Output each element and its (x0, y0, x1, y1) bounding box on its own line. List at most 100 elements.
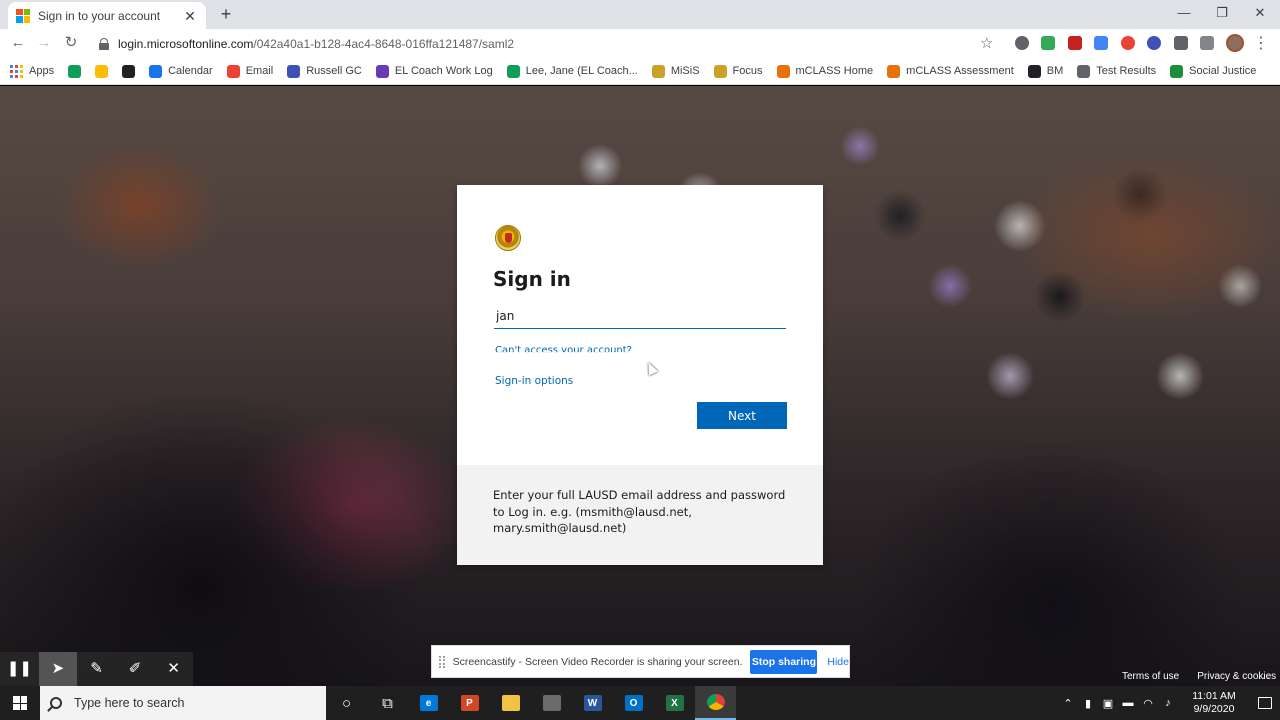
tab-sign-in[interactable]: Sign in to your account ✕ (8, 2, 206, 29)
bookmark-item[interactable]: Email (226, 64, 273, 78)
stop-sharing-button[interactable]: Stop sharing (750, 649, 818, 674)
bookmark-item[interactable]: Focus (713, 64, 763, 78)
bookmark-favicon-icon (776, 64, 790, 78)
window-close-button[interactable]: ✕ (1241, 0, 1279, 26)
taskbar-word-button[interactable]: W (572, 686, 613, 720)
terms-of-use-link[interactable]: Terms of use (1122, 671, 1179, 682)
taskbar-search-placeholder: Type here to search (74, 696, 185, 710)
translate-extension-icon[interactable] (1094, 36, 1108, 50)
bookmark-item[interactable]: Social Justice (1170, 64, 1257, 78)
bookmark-favicon-icon (226, 64, 240, 78)
pen-icon[interactable]: ✎ (77, 652, 116, 686)
search-icon (50, 697, 62, 709)
bookmark-item[interactable]: Calendar (149, 64, 213, 78)
bookmark-item[interactable]: mCLASS Home (776, 64, 874, 78)
email-input[interactable] (494, 303, 786, 329)
chrome-menu-icon[interactable]: ⋮ (1253, 33, 1269, 53)
taskbar-file-explorer-button[interactable] (490, 686, 531, 720)
browser-toolbar: ← → ↻ login.microsoftonline.com/042a40a1… (0, 29, 1280, 58)
bookmark-item[interactable]: EL Coach Work Log (375, 64, 493, 78)
action-center-button[interactable] (1250, 686, 1280, 720)
clock-date: 9/9/2020 (1193, 703, 1235, 715)
cant-access-account-link[interactable]: Can't access your account? (495, 345, 632, 352)
pen-icon[interactable]: ▮ (1078, 697, 1098, 710)
store-icon (542, 695, 561, 711)
bookmark-label: mCLASS Home (795, 65, 874, 77)
more-options-link[interactable]: ... (1258, 668, 1271, 682)
edge-icon: e (419, 695, 438, 711)
taskbar-cortana-button[interactable]: ○ (326, 686, 367, 720)
profile-avatar[interactable] (1226, 34, 1244, 52)
microsoft-logo-icon (16, 8, 30, 23)
start-button[interactable] (0, 686, 40, 720)
address-bar[interactable]: login.microsoftonline.com/042a40a1-b128-… (90, 31, 1002, 56)
meet-now-icon[interactable]: ▣ (1098, 697, 1118, 710)
reload-button[interactable]: ↻ (61, 33, 81, 53)
system-tray: ⌃ ▮ ▣ ▬ ◠ ♪ 11:01 AM 9/9/2020 (1058, 686, 1280, 720)
taskbar-outlook-button[interactable]: O (613, 686, 654, 720)
extension-5-icon[interactable] (1121, 36, 1135, 50)
extension-1-icon[interactable] (1015, 36, 1029, 50)
minimize-button[interactable]: — (1165, 0, 1203, 26)
bookmark-item[interactable]: Apps (10, 64, 54, 78)
forward-button[interactable]: → (34, 33, 54, 53)
bookmark-label: Lee, Jane (EL Coach... (525, 65, 638, 77)
outlook-icon: O (624, 695, 643, 711)
taskbar-task-view-button[interactable]: ⧉ (367, 686, 408, 720)
drag-handle-icon[interactable] (439, 655, 445, 668)
bookmark-item[interactable]: BM (1027, 64, 1063, 78)
puzzle-extensions-icon[interactable] (1174, 36, 1188, 50)
taskbar-search-box[interactable]: Type here to search (40, 686, 326, 720)
taskbar-powerpoint-button[interactable]: P (449, 686, 490, 720)
taskbar-store-button[interactable] (531, 686, 572, 720)
taskbar-excel-button[interactable]: X (654, 686, 695, 720)
taskbar-clock[interactable]: 11:01 AM 9/9/2020 (1184, 690, 1244, 716)
bookmark-item[interactable]: mCLASS Assessment (887, 64, 1014, 78)
bookmark-item[interactable]: Test Results (1077, 64, 1156, 78)
taskbar-chrome-button[interactable] (695, 686, 736, 720)
maximize-button[interactable]: ❐ (1203, 0, 1241, 26)
bookmark-favicon-icon (506, 64, 520, 78)
hide-share-bar-link[interactable]: Hide (827, 656, 849, 668)
extension-2-icon[interactable] (1041, 36, 1055, 50)
battery-icon[interactable]: ▬ (1118, 697, 1138, 710)
sign-in-options-link[interactable]: Sign-in options (495, 375, 573, 387)
login-instructions: Enter your full LAUSD email address and … (493, 488, 786, 535)
bookmark-item[interactable] (122, 64, 141, 78)
word-icon: W (583, 695, 602, 711)
wifi-icon[interactable]: ◠ (1138, 697, 1158, 710)
bookmark-item[interactable]: Russell GC (287, 64, 362, 78)
lock-icon[interactable] (98, 37, 110, 50)
bookmark-item[interactable]: MiSiS (651, 64, 700, 78)
bookmark-star-icon[interactable]: ☆ (980, 34, 993, 52)
show-hidden-icons-icon[interactable]: ⌃ (1058, 697, 1078, 710)
tab-close-icon[interactable]: ✕ (182, 8, 198, 24)
bookmark-label: Social Justice (1189, 65, 1257, 77)
bookmark-label: MiSiS (670, 65, 700, 77)
highlighter-icon[interactable]: ✐ (116, 652, 155, 686)
screencastify-toolbar: ❚❚ ➤ ✎ ✐ ✕ (0, 652, 193, 686)
extension-k-icon[interactable] (1147, 36, 1161, 50)
back-button[interactable]: ← (8, 33, 28, 53)
bookmark-item[interactable] (68, 64, 87, 78)
bookmark-item[interactable] (95, 64, 114, 78)
url-text: login.microsoftonline.com/042a40a1-b128-… (118, 37, 514, 51)
chrome-icon (706, 694, 725, 710)
card-footer: Enter your full LAUSD email address and … (457, 465, 823, 565)
bookmarks-bar: Apps Calendar Email Russell GC EL Coach Work… (0, 58, 1280, 85)
pointer-icon[interactable]: ➤ (38, 652, 78, 686)
volume-icon[interactable]: ♪ (1158, 697, 1178, 710)
bookmark-favicon-icon (68, 64, 82, 78)
pdf-extension-icon[interactable] (1068, 36, 1082, 50)
new-tab-button[interactable]: + (216, 4, 236, 24)
taskbar-edge-button[interactable]: e (408, 686, 449, 720)
bookmark-favicon-icon (651, 64, 665, 78)
bookmark-item[interactable]: Lee, Jane (EL Coach... (506, 64, 638, 78)
apps-grid-icon (10, 64, 23, 78)
bookmark-favicon-icon (95, 64, 109, 78)
bookmark-label: mCLASS Assessment (906, 65, 1014, 77)
next-button[interactable]: Next (697, 402, 787, 429)
reading-list-icon[interactable] (1200, 36, 1214, 50)
pause-icon[interactable]: ❚❚ (0, 652, 39, 686)
close-tools-icon[interactable]: ✕ (154, 652, 193, 686)
